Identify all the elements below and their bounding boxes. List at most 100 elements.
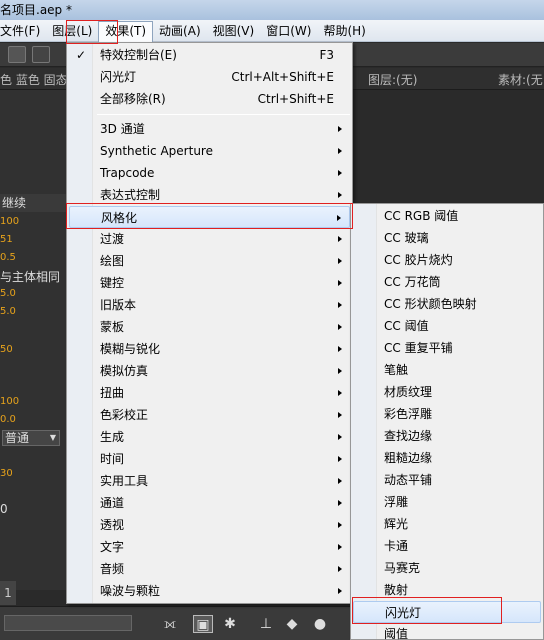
submenu-arrow-icon (338, 302, 342, 308)
value-10[interactable]: 0 (0, 502, 66, 516)
continue-label: 继续 (0, 194, 66, 212)
submenu-item-cc-mr-mercury[interactable]: CC 形状颜色映射 (353, 293, 541, 315)
submenu-item-emboss[interactable]: 浮雕 (353, 491, 541, 513)
chevron-down-icon: ▼ (49, 433, 56, 442)
effect-menu: ✓ 特效控制台(E) F3 闪光灯 Ctrl+Alt+Shift+E 全部移除(… (66, 42, 353, 604)
submenu-item-find-edges[interactable]: 查找边缘 (353, 425, 541, 447)
submenu-item-cartoon[interactable]: 卡通 (353, 535, 541, 557)
value-6[interactable]: 50 (0, 344, 66, 355)
menu-animation[interactable]: 动画(A) (153, 20, 207, 42)
submenu-arrow-icon (338, 522, 342, 528)
menu-item-keying[interactable]: 键控 (69, 272, 350, 294)
value-1[interactable]: 100 (0, 216, 66, 227)
submenu-item-motion-tile[interactable]: 动态平铺 (353, 469, 541, 491)
submenu-arrow-icon (337, 215, 341, 221)
menu-item-effect-controls[interactable]: ✓ 特效控制台(E) F3 (69, 44, 350, 66)
menu-file[interactable]: 文件(F) (0, 20, 46, 42)
menu-window[interactable]: 窗口(W) (260, 20, 317, 42)
checkmark-icon: ✓ (76, 48, 87, 62)
footage-panel-tab[interactable]: 素材:(无 (498, 71, 543, 88)
submenu-arrow-icon (338, 258, 342, 264)
time-scroll-bar[interactable] (4, 615, 132, 631)
menu-separator (97, 114, 350, 115)
value-4[interactable]: 5.0 (0, 288, 66, 299)
title-bar: 名项目.aep * (0, 0, 544, 20)
menu-item-text[interactable]: 文字 (69, 536, 350, 558)
pen-tool-icon[interactable] (32, 46, 50, 63)
menu-item-noise-grain[interactable]: 噪波与颗粒 (69, 580, 350, 602)
submenu-arrow-icon (338, 500, 342, 506)
submenu-item-cc-burn-film[interactable]: CC 胶片烧灼 (353, 249, 541, 271)
submenu-item-color-emboss[interactable]: 彩色浮雕 (353, 403, 541, 425)
menu-item-remove-all[interactable]: 全部移除(R) Ctrl+Shift+E (69, 88, 350, 110)
submenu-arrow-icon (338, 566, 342, 572)
shape-icon[interactable]: ◆ (282, 615, 302, 633)
menu-item-distort[interactable]: 扭曲 (69, 382, 350, 404)
value-8[interactable]: 0.0 (0, 414, 66, 425)
menu-help[interactable]: 帮助(H) (317, 20, 371, 42)
submenu-item-cc-repetile[interactable]: CC 重复平铺 (353, 337, 541, 359)
stylize-submenu: CC RGB 阈值 CC 玻璃 CC 胶片烧灼 CC 万花筒 CC 形状颜色映射… (350, 203, 544, 640)
menu-item-perspective[interactable]: 透视 (69, 514, 350, 536)
menu-item-synthetic-aperture[interactable]: Synthetic Aperture (69, 140, 350, 162)
graph-editor-icon[interactable]: ⊥ (256, 615, 276, 633)
submenu-arrow-icon (338, 170, 342, 176)
menu-item-matte[interactable]: 蒙板 (69, 316, 350, 338)
submenu-item-mosaic[interactable]: 马赛克 (353, 557, 541, 579)
submenu-arrow-icon (338, 368, 342, 374)
rectangle-tool-icon[interactable] (8, 46, 26, 63)
submenu-arrow-icon (338, 324, 342, 330)
submenu-item-strobe-light[interactable]: 闪光灯 (353, 601, 541, 623)
submenu-item-brush-strokes[interactable]: 笔触 (353, 359, 541, 381)
value-5[interactable]: 5.0 (0, 306, 66, 317)
motion-blur-icon[interactable]: ✱ (220, 615, 240, 633)
menu-item-color-correction[interactable]: 色彩校正 (69, 404, 350, 426)
menu-item-paint[interactable]: 绘图 (69, 250, 350, 272)
submenu-arrow-icon (338, 434, 342, 440)
menu-item-channel[interactable]: 通道 (69, 492, 350, 514)
draft-3d-icon[interactable]: ▣ (193, 615, 213, 633)
blend-mode-dropdown[interactable]: 普通 ▼ (2, 430, 60, 446)
window-title: 名项目.aep * (0, 3, 72, 17)
value-3[interactable]: 0.5 (0, 252, 66, 263)
same-as-main-label: 与主体相同 (0, 270, 61, 284)
submenu-item-cc-threshold[interactable]: CC 阈值 (353, 315, 541, 337)
menu-item-strobe-light-recent[interactable]: 闪光灯 Ctrl+Alt+Shift+E (69, 66, 350, 88)
menu-item-transition[interactable]: 过渡 (69, 228, 350, 250)
menu-item-expression-controls[interactable]: 表达式控制 (69, 184, 350, 206)
value-9[interactable]: 30 (0, 468, 66, 479)
menu-item-simulation[interactable]: 模拟仿真 (69, 360, 350, 382)
menu-item-utility[interactable]: 实用工具 (69, 470, 350, 492)
effect-controls-panel: 继续 100 51 0.5 与主体相同 5.0 5.0 50 100 0.0 普… (0, 90, 66, 590)
menu-item-stylize[interactable]: 风格化 (69, 206, 350, 228)
mask-icon[interactable]: ● (310, 615, 330, 633)
menu-item-obsolete[interactable]: 旧版本 (69, 294, 350, 316)
menu-layer[interactable]: 图层(L) (46, 20, 98, 42)
value-2[interactable]: 51 (0, 234, 66, 245)
connect-icon[interactable]: ⟗ (160, 615, 180, 633)
submenu-arrow-icon (338, 126, 342, 132)
menu-effect[interactable]: 效果(T) (98, 21, 154, 42)
submenu-item-texturize[interactable]: 材质纹理 (353, 381, 541, 403)
timeline-tab[interactable]: 1 (0, 581, 16, 605)
menu-bar: 文件(F) 图层(L) 效果(T) 动画(A) 视图(V) 窗口(W) 帮助(H… (0, 20, 544, 42)
submenu-item-scatter[interactable]: 散射 (353, 579, 541, 601)
submenu-item-cc-kaleida[interactable]: CC 万花筒 (353, 271, 541, 293)
submenu-item-glow[interactable]: 辉光 (353, 513, 541, 535)
menu-item-3d-channel[interactable]: 3D 通道 (69, 118, 350, 140)
submenu-item-roughen-edges[interactable]: 粗糙边缘 (353, 447, 541, 469)
menu-item-audio[interactable]: 音频 (69, 558, 350, 580)
value-7[interactable]: 100 (0, 396, 66, 407)
menu-view[interactable]: 视图(V) (207, 20, 261, 42)
menu-item-generate[interactable]: 生成 (69, 426, 350, 448)
submenu-item-cc-rgb-threshold[interactable]: CC RGB 阈值 (353, 205, 541, 227)
menu-item-trapcode[interactable]: Trapcode (69, 162, 350, 184)
left-panel-label: 色 蓝色 固态 (0, 73, 68, 87)
submenu-item-threshold[interactable]: 阈值 (353, 623, 541, 640)
menu-item-blur-sharpen[interactable]: 模糊与锐化 (69, 338, 350, 360)
layer-panel-tab[interactable]: 图层:(无) (368, 71, 417, 88)
submenu-item-cc-glass[interactable]: CC 玻璃 (353, 227, 541, 249)
submenu-arrow-icon (338, 346, 342, 352)
submenu-arrow-icon (338, 236, 342, 242)
menu-item-time[interactable]: 时间 (69, 448, 350, 470)
